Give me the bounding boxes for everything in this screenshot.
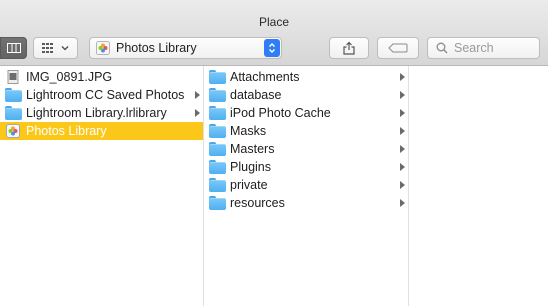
browser-column-1[interactable]: IMG_0891.JPG Lightroom CC Saved Photos L… (0, 66, 204, 306)
list-item-label: Masters (230, 142, 275, 156)
tags-button[interactable] (377, 37, 419, 59)
folder-icon (5, 106, 22, 120)
search-placeholder: Search (454, 41, 494, 55)
column-browser: IMG_0891.JPG Lightroom CC Saved Photos L… (0, 66, 548, 306)
folder-icon (209, 70, 226, 84)
search-field[interactable]: Search (427, 37, 540, 59)
dialog-toolbar: Place Photos Library Search (0, 0, 548, 66)
chevron-right-icon (400, 91, 405, 99)
column-view-button[interactable] (0, 37, 27, 59)
arrange-menu-button[interactable] (33, 37, 78, 59)
list-item-label: private (230, 178, 268, 192)
folder-icon (209, 142, 226, 156)
column-view-icon (6, 43, 21, 53)
share-icon (343, 41, 355, 55)
folder-icon (5, 88, 22, 102)
list-item[interactable]: Plugins (204, 158, 408, 176)
location-popup[interactable]: Photos Library (89, 37, 282, 59)
folder-icon (209, 106, 226, 120)
photos-library-icon (96, 41, 110, 55)
folder-icon (209, 88, 226, 102)
folder-icon (209, 124, 226, 138)
chevron-right-icon (195, 109, 200, 117)
list-item[interactable]: Lightroom Library.lrlibrary (0, 104, 203, 122)
chevron-right-icon (400, 163, 405, 171)
photos-library-icon (6, 124, 20, 138)
list-item-label: Masks (230, 124, 267, 138)
location-popup-label: Photos Library (116, 41, 197, 55)
list-item-selected[interactable]: Photos Library (0, 122, 203, 140)
list-item[interactable]: iPod Photo Cache (204, 104, 408, 122)
chevron-right-icon (195, 91, 200, 99)
folder-icon (209, 196, 226, 210)
list-item[interactable]: Attachments (204, 68, 408, 86)
list-item[interactable]: IMG_0891.JPG (0, 68, 203, 86)
browser-column-2[interactable]: Attachments database iPod Photo Cache Ma… (204, 66, 409, 306)
chevron-right-icon (400, 199, 405, 207)
list-item-label: resources (230, 196, 285, 210)
jpg-file-icon (7, 70, 19, 84)
list-item[interactable]: Masks (204, 122, 408, 140)
list-item[interactable]: database (204, 86, 408, 104)
popup-arrows-icon (264, 39, 280, 57)
chevron-right-icon (400, 145, 405, 153)
list-item-label: Lightroom CC Saved Photos (26, 88, 185, 102)
chevron-right-icon (400, 127, 405, 135)
chevron-right-icon (400, 109, 405, 117)
list-item-label: Photos Library (26, 124, 107, 138)
dialog-title: Place (258, 15, 290, 29)
list-item-label: iPod Photo Cache (230, 106, 331, 120)
chevron-right-icon (400, 73, 405, 81)
tag-icon (388, 43, 408, 53)
list-item-label: Attachments (230, 70, 300, 84)
search-icon (436, 42, 448, 54)
list-item-label: Plugins (230, 160, 271, 174)
share-button[interactable] (329, 37, 369, 59)
folder-icon (209, 160, 226, 174)
list-item[interactable]: Masters (204, 140, 408, 158)
browser-column-3[interactable] (409, 66, 548, 306)
folder-icon (209, 178, 226, 192)
list-item-label: database (230, 88, 282, 102)
chevron-right-icon (400, 181, 405, 189)
list-item-label: IMG_0891.JPG (26, 70, 113, 84)
list-item-label: Lightroom Library.lrlibrary (26, 106, 167, 120)
chevron-down-icon (61, 46, 69, 51)
list-item[interactable]: resources (204, 194, 408, 212)
list-item[interactable]: Lightroom CC Saved Photos (0, 86, 203, 104)
list-item[interactable]: private (204, 176, 408, 194)
icon-grid-icon (42, 42, 53, 53)
